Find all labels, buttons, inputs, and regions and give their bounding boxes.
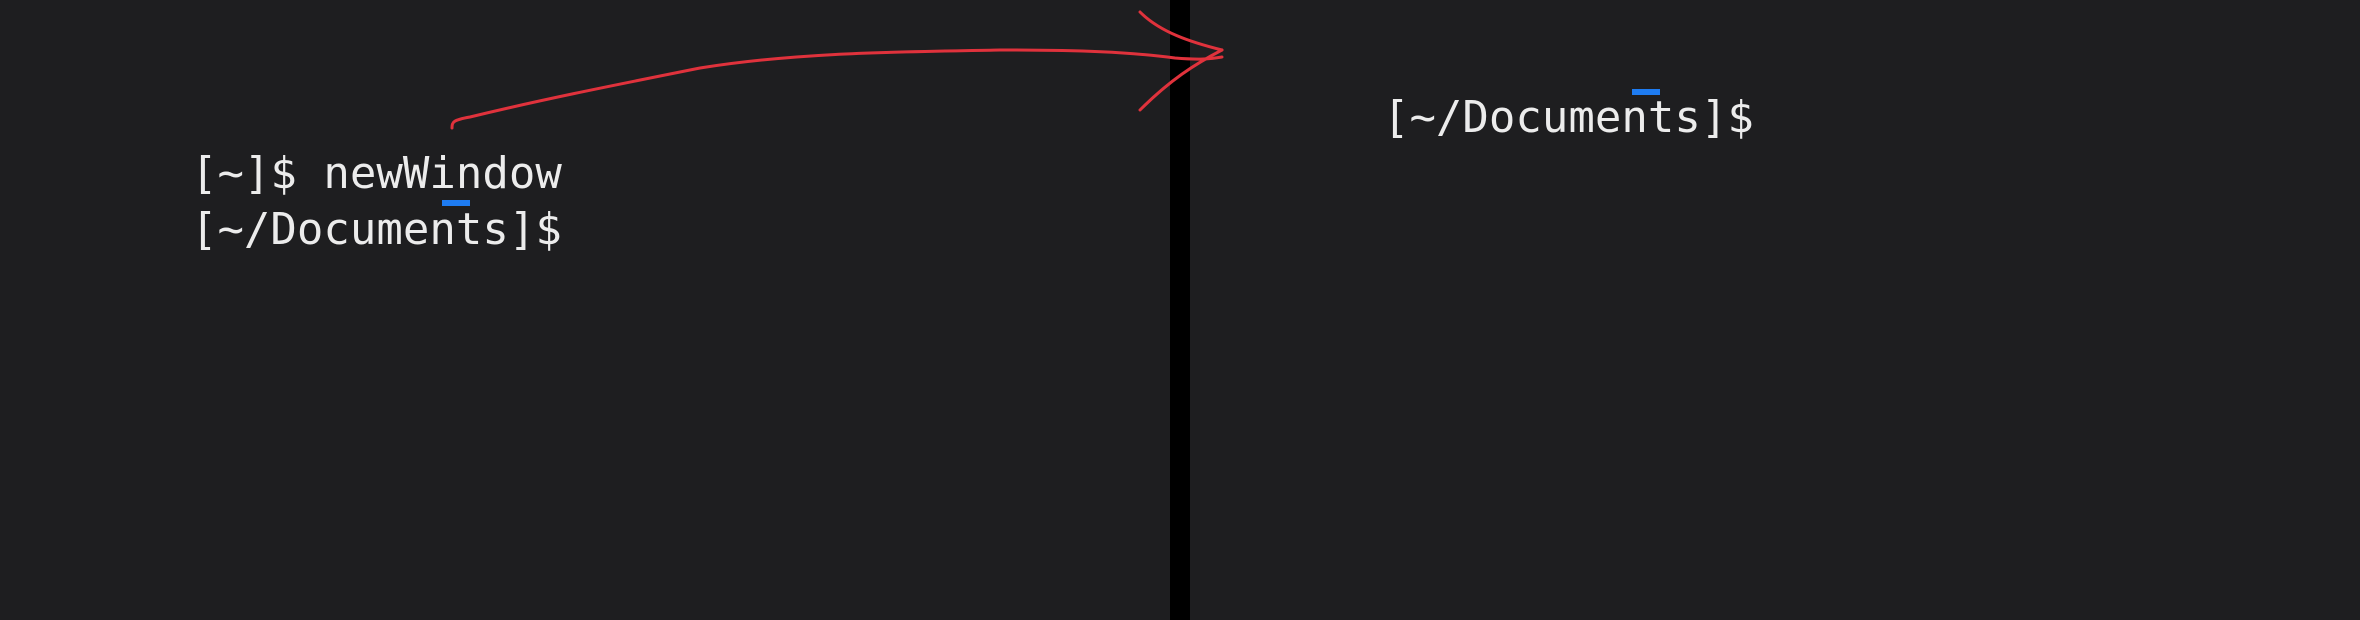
split-view-screen: [~]$ newWindow [~/Documents]$ [~/Documen… [0,0,2360,620]
prompt-text: [~/Documents]$ [1382,92,1781,143]
text-cursor [442,200,470,206]
terminal-line: [~/Documents]$ [1224,34,1780,202]
prompt-text: [~/Documents]$ [190,204,589,255]
terminal-pane-right[interactable]: [~/Documents]$ [1190,0,2360,620]
terminal-pane-left[interactable]: [~]$ newWindow [~/Documents]$ [0,0,1170,620]
terminal-line: [~/Documents]$ [32,146,588,314]
text-cursor [1632,89,1660,95]
split-divider[interactable] [1170,0,1190,620]
